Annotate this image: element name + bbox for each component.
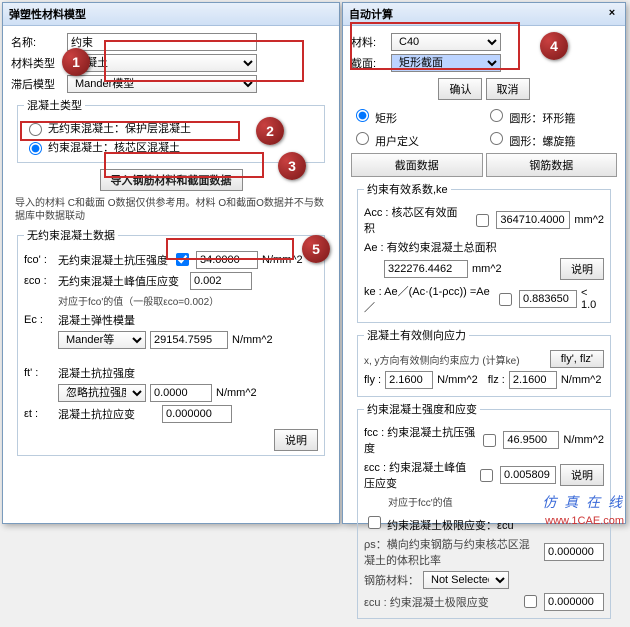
radio-circ-spiral[interactable] bbox=[490, 132, 503, 145]
ft-select[interactable]: 忽略抗拉强度 bbox=[58, 384, 146, 402]
fco-check[interactable] bbox=[176, 253, 189, 266]
explain-ecc-button[interactable]: 说明 bbox=[560, 464, 604, 486]
import-button[interactable]: 导入钢筋材料和截面数据 bbox=[100, 169, 243, 191]
fco-input[interactable] bbox=[196, 251, 258, 269]
explain-button-left[interactable]: 说明 bbox=[274, 429, 318, 451]
radio-confined[interactable] bbox=[29, 142, 42, 155]
radio-rect[interactable] bbox=[356, 109, 369, 122]
ecu-input[interactable] bbox=[544, 593, 604, 611]
unconfined-data-group: 无约束混凝土数据 fco' : 无约束混凝土抗压强度 N/mm^2 εco : … bbox=[17, 227, 325, 456]
ecu-head-check[interactable] bbox=[368, 516, 381, 529]
model-select[interactable]: Mander模型 bbox=[67, 75, 257, 93]
ae-input[interactable] bbox=[384, 260, 468, 278]
fcc-input[interactable] bbox=[503, 431, 559, 449]
ke-input[interactable] bbox=[519, 290, 577, 308]
name-label: 名称: bbox=[11, 34, 63, 50]
material-select[interactable]: C40 bbox=[391, 33, 501, 51]
ecc-check[interactable] bbox=[480, 469, 493, 482]
type-select[interactable]: 混凝土 bbox=[67, 54, 257, 72]
lateral-stress-group: 混凝土有效侧向应力 x, y方向有效侧向约束应力 (计算ke) fly', fl… bbox=[357, 327, 611, 397]
tab-section-data[interactable]: 截面数据 bbox=[351, 153, 483, 177]
section-select[interactable]: 矩形截面 bbox=[391, 54, 501, 72]
import-note: 导入的材料 C和截面 O数据仅供参考用。材料 O和截面O数据并不与数据库中数据联… bbox=[15, 197, 327, 223]
type-label: 材料类型 bbox=[11, 55, 63, 71]
cancel-button[interactable]: 取消 bbox=[486, 78, 530, 100]
left-title: 弹塑性材料模型 bbox=[9, 6, 86, 22]
flz-input[interactable] bbox=[509, 371, 557, 389]
radio-circ-ring[interactable] bbox=[490, 109, 503, 122]
ec-input[interactable] bbox=[150, 331, 228, 349]
radio-user[interactable] bbox=[356, 132, 369, 145]
et-input[interactable] bbox=[162, 405, 232, 423]
acc-input[interactable] bbox=[496, 211, 570, 229]
model-label: 滞后模型 bbox=[11, 76, 63, 92]
fcc-check[interactable] bbox=[483, 434, 496, 447]
right-title: 自动计算 bbox=[349, 6, 393, 22]
ecc-input[interactable] bbox=[500, 466, 556, 484]
ec-select[interactable]: Mander等 bbox=[58, 331, 146, 349]
concrete-type-group: 混凝土类型 无约束混凝土：保护层混凝土 约束混凝土：核芯区混凝土 bbox=[17, 97, 325, 163]
eco-input[interactable] bbox=[190, 272, 252, 290]
ke-check[interactable] bbox=[499, 293, 512, 306]
ecu-check[interactable] bbox=[524, 595, 537, 608]
watermark-text: 仿 真 在 线 bbox=[542, 492, 624, 512]
name-input[interactable] bbox=[67, 33, 257, 51]
explain-ae-button[interactable]: 说明 bbox=[560, 258, 604, 280]
ok-button[interactable]: 确认 bbox=[438, 78, 482, 100]
fly-input[interactable] bbox=[385, 371, 433, 389]
tab-rebar-data[interactable]: 钢筋数据 bbox=[486, 153, 618, 177]
close-icon[interactable]: × bbox=[605, 7, 619, 21]
watermark-url: www.1CAE.com bbox=[545, 515, 624, 527]
ps-input[interactable] bbox=[544, 543, 604, 561]
rebar-select[interactable]: Not Selected bbox=[423, 571, 509, 589]
acc-check[interactable] bbox=[476, 214, 489, 227]
ft-input[interactable] bbox=[150, 384, 212, 402]
flyflz-button[interactable]: fly', flz' bbox=[550, 350, 604, 368]
radio-unconfined[interactable] bbox=[29, 123, 42, 136]
effective-coeff-group: 约束有效系数,ke Acc : 核芯区有效面积 mm^2 Ae : 有效约束混凝… bbox=[357, 181, 611, 323]
